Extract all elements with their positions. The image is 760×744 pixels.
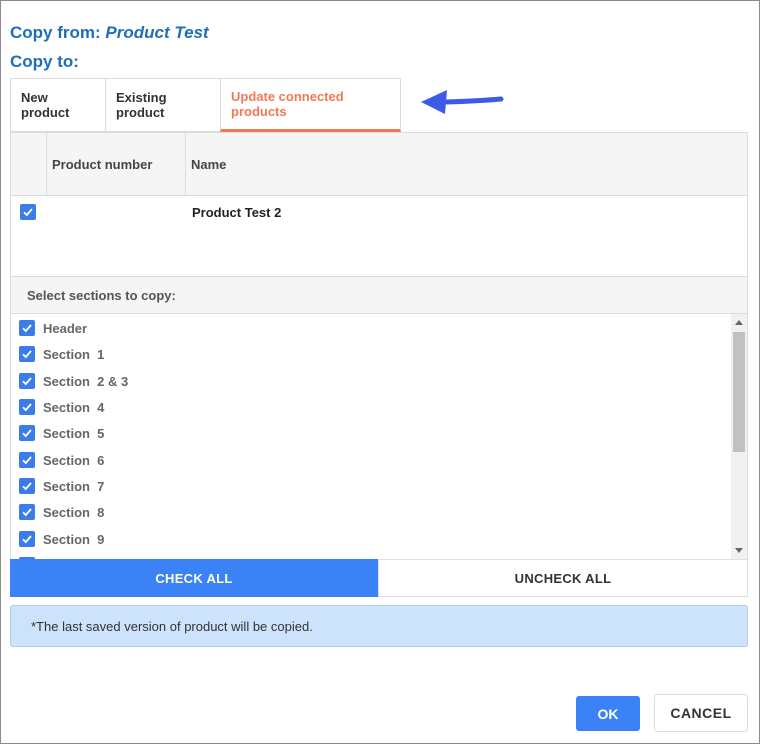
section-label: Section 6 bbox=[43, 452, 105, 468]
tab-bar: New product Existing product Update conn… bbox=[10, 78, 401, 132]
section-checkbox[interactable] bbox=[19, 373, 35, 389]
cancel-button[interactable]: CANCEL bbox=[654, 694, 748, 732]
section-item-8[interactable]: Section 8 bbox=[19, 502, 104, 522]
arrow-left-icon bbox=[421, 90, 504, 114]
tab-update-connected-products[interactable]: Update connected products bbox=[220, 78, 401, 132]
section-item-2-3[interactable]: Section 2 & 3 bbox=[19, 371, 128, 391]
scroll-thumb[interactable] bbox=[733, 332, 745, 452]
checkmark-icon bbox=[23, 208, 33, 217]
sections-list: Header Section 1 Section 2 & 3 Section 4… bbox=[11, 314, 731, 559]
ok-button[interactable]: OK bbox=[576, 696, 640, 731]
connected-products-grid: Product number Name Product Test 2 bbox=[10, 132, 748, 277]
scroll-up-icon[interactable] bbox=[735, 320, 743, 325]
section-label: Section 7 bbox=[43, 478, 105, 494]
column-header-name[interactable]: Name bbox=[186, 133, 747, 196]
sections-panel: Select sections to copy: Header Section … bbox=[10, 277, 748, 559]
tab-new-product[interactable]: New product bbox=[10, 78, 105, 132]
section-checkbox[interactable] bbox=[19, 478, 35, 494]
table-row[interactable]: Product Test 2 bbox=[11, 196, 747, 226]
section-checkbox[interactable] bbox=[19, 346, 35, 362]
section-item-header[interactable]: Header bbox=[19, 318, 87, 338]
sections-scrollbar[interactable] bbox=[731, 314, 747, 559]
checkmark-icon bbox=[22, 429, 32, 438]
section-item-7[interactable]: Section 7 bbox=[19, 476, 104, 496]
section-checkbox[interactable] bbox=[19, 452, 35, 468]
section-item-1[interactable]: Section 1 bbox=[19, 344, 104, 364]
section-checkbox[interactable] bbox=[19, 504, 35, 520]
section-checkbox[interactable] bbox=[19, 399, 35, 415]
checkmark-icon bbox=[22, 350, 32, 359]
copy-dialog: Copy from: Product Test Copy to: New pro… bbox=[0, 0, 760, 744]
info-note: *The last saved version of product will … bbox=[10, 605, 748, 647]
uncheck-all-button[interactable]: UNCHECK ALL bbox=[378, 559, 748, 597]
checkmark-icon bbox=[22, 508, 32, 517]
section-item-4[interactable]: Section 4 bbox=[19, 397, 104, 417]
row-checkbox[interactable] bbox=[20, 204, 36, 220]
section-checkbox[interactable] bbox=[19, 531, 35, 547]
row-product-name: Product Test 2 bbox=[192, 205, 282, 220]
check-all-button[interactable]: CHECK ALL bbox=[10, 559, 378, 597]
copy-from-title: Copy from: Product Test bbox=[10, 23, 209, 43]
section-label: Header bbox=[43, 320, 88, 336]
copy-to-title: Copy to: bbox=[10, 52, 79, 71]
checkmark-icon bbox=[22, 377, 32, 386]
grid-header: Product number Name bbox=[11, 133, 747, 196]
column-header-product-number[interactable]: Product number bbox=[47, 133, 186, 196]
column-header-select bbox=[11, 133, 47, 196]
section-label: Section 8 bbox=[43, 504, 105, 520]
checkmark-icon bbox=[22, 456, 32, 465]
section-label: Section 2 & 3 bbox=[43, 373, 129, 389]
section-label: Section 1 bbox=[43, 346, 105, 362]
section-item-5[interactable]: Section 5 bbox=[19, 423, 104, 443]
section-checkbox[interactable] bbox=[19, 320, 35, 336]
section-checkbox[interactable] bbox=[19, 425, 35, 441]
section-label: Section 9 bbox=[43, 531, 105, 547]
checkmark-icon bbox=[22, 324, 32, 333]
copy-from-product: Product Test bbox=[105, 23, 209, 42]
tab-existing-product[interactable]: Existing product bbox=[105, 78, 220, 132]
section-label: Section 5 bbox=[43, 425, 105, 441]
section-item-6[interactable]: Section 6 bbox=[19, 450, 104, 470]
checkmark-icon bbox=[22, 403, 32, 412]
checkmark-icon bbox=[22, 482, 32, 491]
scroll-down-icon[interactable] bbox=[735, 548, 743, 553]
sections-heading: Select sections to copy: bbox=[11, 277, 747, 314]
section-item-9[interactable]: Section 9 bbox=[19, 529, 104, 549]
section-label: Section 4 bbox=[43, 399, 105, 415]
copy-from-label: Copy from: bbox=[10, 23, 101, 42]
checkmark-icon bbox=[22, 535, 32, 544]
